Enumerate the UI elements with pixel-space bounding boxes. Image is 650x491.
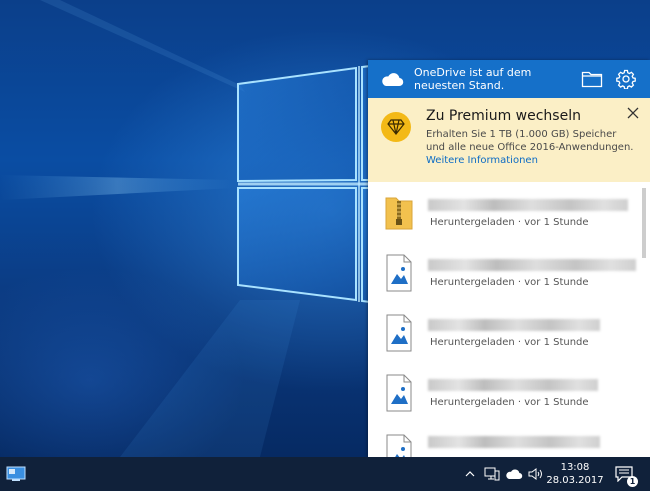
show-hidden-icons-button[interactable] bbox=[462, 457, 478, 491]
folder-icon bbox=[581, 71, 603, 88]
onedrive-status-text: OneDrive ist auf dem neuesten Stand. bbox=[414, 66, 532, 92]
image-file-icon bbox=[384, 434, 414, 457]
file-meta: Heruntergeladen · vor 1 Stunde bbox=[430, 217, 589, 228]
settings-button[interactable] bbox=[614, 68, 638, 90]
more-info-link[interactable]: Weitere Informationen bbox=[426, 155, 538, 166]
action-center-button[interactable]: 1 bbox=[606, 457, 642, 491]
clock-time: 13:08 bbox=[560, 462, 590, 473]
taskbar: 13:08 28.03.2017 1 bbox=[0, 457, 650, 491]
premium-title: Zu Premium wechseln bbox=[426, 108, 581, 124]
network-icon bbox=[484, 467, 500, 481]
list-item[interactable] bbox=[368, 422, 640, 457]
chevron-up-icon bbox=[465, 471, 475, 477]
file-name-blurred bbox=[428, 259, 636, 271]
open-folder-button[interactable] bbox=[580, 68, 604, 90]
image-file-icon bbox=[384, 314, 414, 352]
file-meta: Heruntergeladen · vor 1 Stunde bbox=[430, 397, 589, 408]
clock-button[interactable]: 13:08 28.03.2017 bbox=[546, 457, 603, 491]
recent-files-list: Heruntergeladen · vor 1 Stunde Herunterg… bbox=[368, 182, 650, 457]
image-file-icon bbox=[384, 374, 414, 412]
onedrive-cloud-icon bbox=[506, 469, 523, 480]
diamond-icon bbox=[381, 112, 411, 142]
file-meta: Heruntergeladen · vor 1 Stunde bbox=[430, 277, 589, 288]
onedrive-header: OneDrive ist auf dem neuesten Stand. bbox=[368, 60, 650, 98]
zip-folder-icon bbox=[384, 194, 414, 232]
list-item[interactable]: Heruntergeladen · vor 1 Stunde bbox=[368, 182, 640, 242]
list-item[interactable]: Heruntergeladen · vor 1 Stunde bbox=[368, 362, 640, 422]
file-name-blurred bbox=[428, 436, 600, 448]
file-name-blurred bbox=[428, 319, 600, 331]
file-meta: Heruntergeladen · vor 1 Stunde bbox=[430, 337, 589, 348]
taskbar-app-button[interactable] bbox=[4, 464, 28, 484]
notification-count-badge: 1 bbox=[627, 476, 638, 487]
network-button[interactable] bbox=[482, 457, 502, 491]
file-name-blurred bbox=[428, 379, 598, 391]
onedrive-cloud-icon bbox=[380, 70, 404, 88]
scrollbar[interactable] bbox=[642, 188, 646, 258]
list-item[interactable]: Heruntergeladen · vor 1 Stunde bbox=[368, 302, 640, 362]
premium-text: Erhalten Sie 1 TB (1.000 GB) Speicher un… bbox=[426, 129, 634, 153]
premium-banner: Zu Premium wechseln Erhalten Sie 1 TB (1… bbox=[368, 98, 650, 182]
close-icon bbox=[627, 107, 639, 119]
premium-description: Erhalten Sie 1 TB (1.000 GB) Speicher un… bbox=[426, 128, 634, 167]
clock-date: 28.03.2017 bbox=[546, 475, 604, 486]
list-item[interactable]: Heruntergeladen · vor 1 Stunde bbox=[368, 242, 640, 302]
image-file-icon bbox=[384, 254, 414, 292]
desktop-app-icon bbox=[6, 466, 26, 481]
close-banner-button[interactable] bbox=[624, 104, 642, 122]
gear-icon bbox=[616, 69, 636, 89]
file-name-blurred bbox=[428, 199, 628, 211]
onedrive-tray-button[interactable] bbox=[503, 457, 525, 491]
volume-button[interactable] bbox=[526, 457, 546, 491]
onedrive-flyout: OneDrive ist auf dem neuesten Stand. Zu … bbox=[368, 60, 650, 457]
speaker-icon bbox=[528, 468, 542, 480]
